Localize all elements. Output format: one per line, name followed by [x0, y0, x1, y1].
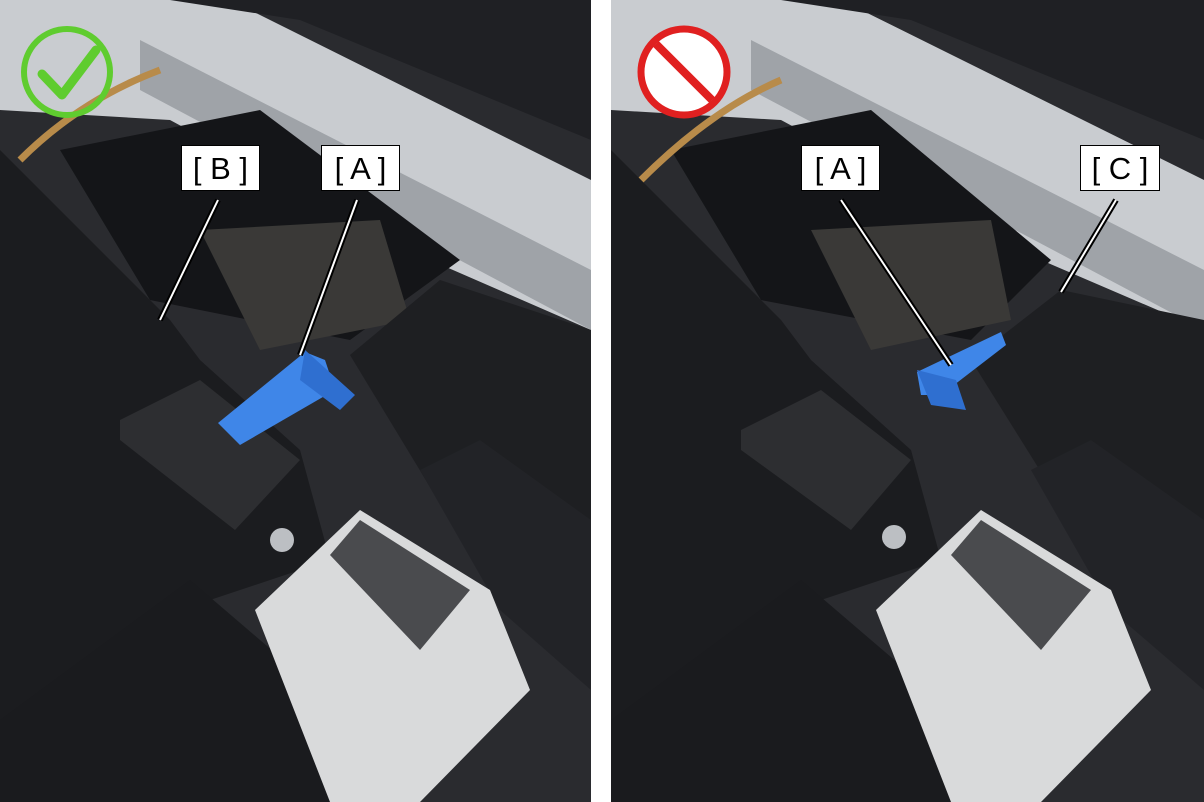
- callout-c: [ C ]: [1080, 145, 1160, 191]
- prohibited-icon: [637, 25, 731, 119]
- callout-a: [ A ]: [321, 145, 400, 191]
- callout-b: [ B ]: [181, 145, 260, 191]
- right-photo-panel: [ A ] [ C ]: [611, 0, 1204, 802]
- left-photo: [0, 0, 591, 802]
- panel-divider: [591, 0, 611, 802]
- callout-a: [ A ]: [801, 145, 880, 191]
- right-photo: [611, 0, 1204, 802]
- left-photo-panel: [ B ] [ A ]: [0, 0, 591, 802]
